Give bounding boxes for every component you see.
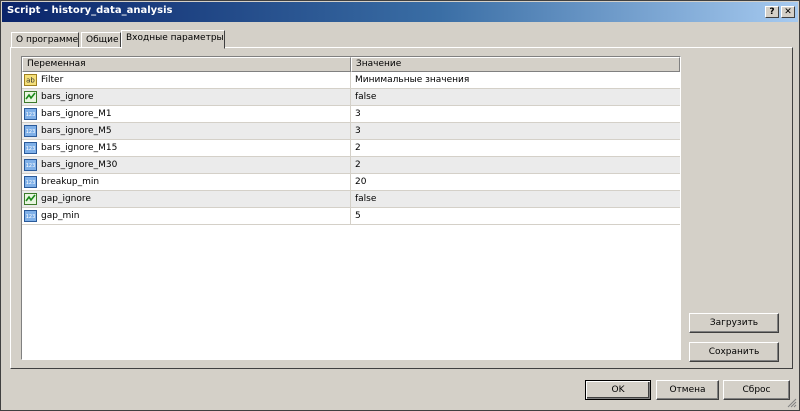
value-cell[interactable]: 3 [351,123,680,139]
grid-header: Переменная Значение [22,57,680,72]
tab-inputs[interactable]: Входные параметры [121,30,225,49]
tab-inputs-label: Входные параметры [126,33,224,43]
tab-about-label: О программе [16,35,79,45]
variable-cell: 123 bars_ignore_M1 [22,106,351,122]
variable-name: bars_ignore_M5 [41,126,112,136]
int-icon: 123 [24,108,37,120]
table-row[interactable]: 123 bars_ignore_M1 3 [22,106,680,123]
bool-icon [24,91,37,103]
table-row[interactable]: 123 gap_min 5 [22,208,680,225]
table-row[interactable]: 123 bars_ignore_M5 3 [22,123,680,140]
value-cell[interactable]: 2 [351,140,680,156]
value-cell[interactable]: Минимальные значения [351,72,680,88]
int-icon: 123 [24,176,37,188]
close-icon: ✕ [784,7,792,17]
variable-name: bars_ignore_M1 [41,109,112,119]
variable-name: bars_ignore_M15 [41,143,118,153]
tab-common-label: Общие [86,35,119,45]
int-icon-text: 123 [26,180,36,186]
variable-cell: 123 bars_ignore_M30 [22,157,351,173]
value-cell[interactable]: 3 [351,106,680,122]
save-button[interactable]: Сохранить [689,342,779,362]
variable-name: Filter [41,75,64,85]
int-icon-text: 123 [26,163,36,169]
int-icon: 123 [24,159,37,171]
variable-cell: 123 breakup_min [22,174,351,190]
table-row[interactable]: ab Filter Минимальные значения [22,72,680,89]
value-cell[interactable]: 5 [351,208,680,224]
table-row[interactable]: 123 bars_ignore_M30 2 [22,157,680,174]
window-title: Script - history_data_analysis [7,5,173,16]
int-icon: 123 [24,142,37,154]
bool-icon [24,193,37,205]
int-icon-text: 123 [26,112,36,118]
int-icon-text: 123 [26,146,36,152]
grid-rows: ab Filter Минимальные значения bars_ignore f… [22,72,680,225]
variable-name: breakup_min [41,177,100,187]
help-icon: ? [769,7,775,17]
variable-cell: bars_ignore [22,89,351,105]
variable-cell: ab Filter [22,72,351,88]
table-row[interactable]: 123 breakup_min 20 [22,174,680,191]
string-icon-text: ab [26,77,35,85]
variable-cell: 123 bars_ignore_M15 [22,140,351,156]
parameters-grid: Переменная Значение ab Filter Минимальные … [21,56,681,360]
int-icon-text: 123 [26,214,36,220]
string-icon: ab [24,74,37,86]
variable-name: bars_ignore [41,92,94,102]
help-button[interactable]: ? [765,6,779,18]
dialog-window: Script - history_data_analysis ? ✕ О про… [0,0,800,411]
int-icon-text: 123 [26,129,36,135]
column-header-value[interactable]: Значение [351,57,680,72]
variable-cell: 123 bars_ignore_M5 [22,123,351,139]
ok-button[interactable]: OK [585,380,651,400]
value-cell[interactable]: 20 [351,174,680,190]
tab-common[interactable]: Общие [81,32,121,48]
load-button[interactable]: Загрузить [689,313,779,333]
value-cell[interactable]: 2 [351,157,680,173]
int-icon: 123 [24,125,37,137]
tab-about[interactable]: О программе [11,32,79,48]
value-cell[interactable]: false [351,89,680,105]
variable-cell: 123 gap_min [22,208,351,224]
reset-button[interactable]: Сброс [723,380,790,400]
cancel-button[interactable]: Отмена [656,380,719,400]
variable-cell: gap_ignore [22,191,351,207]
column-header-variable[interactable]: Переменная [22,57,351,72]
variable-name: bars_ignore_M30 [41,160,118,170]
title-bar[interactable]: Script - history_data_analysis ? ✕ [2,2,798,22]
table-row[interactable]: gap_ignore false [22,191,680,208]
value-cell[interactable]: false [351,191,680,207]
variable-name: gap_ignore [41,194,91,204]
table-row[interactable]: bars_ignore false [22,89,680,106]
table-row[interactable]: 123 bars_ignore_M15 2 [22,140,680,157]
int-icon: 123 [24,210,37,222]
close-button[interactable]: ✕ [781,6,795,18]
resize-grip-icon[interactable] [787,398,797,408]
variable-name: gap_min [41,211,80,221]
